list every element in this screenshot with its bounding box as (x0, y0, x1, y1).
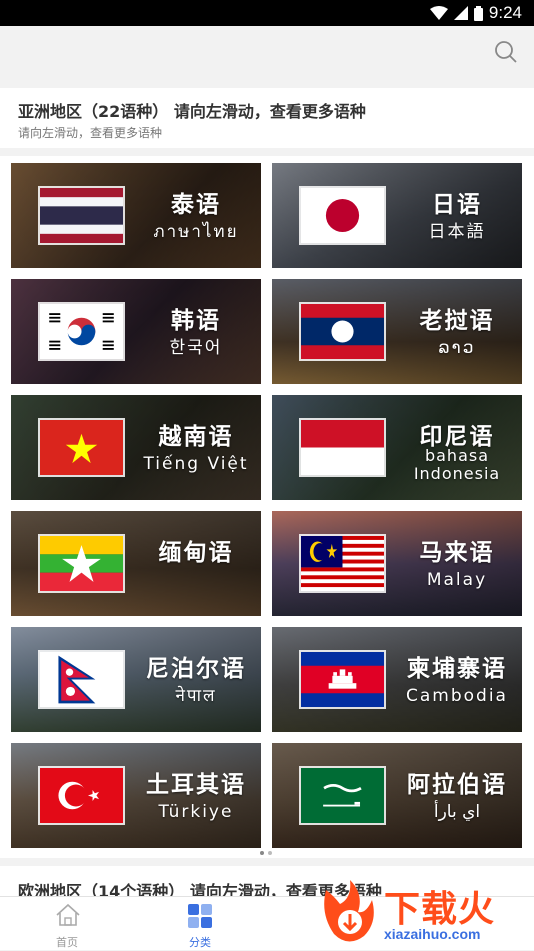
laos-flag-icon (301, 304, 384, 359)
lang-name-zh: 越南语 (158, 424, 234, 450)
tab-home-label: 首页 (56, 936, 78, 949)
language-card-vietnamese[interactable]: 越南语 Tiếng Việt (11, 395, 261, 500)
myanmar-flag-icon (40, 536, 123, 591)
lang-name-zh: 阿拉伯语 (407, 772, 507, 798)
tab-home[interactable]: 首页 (17, 897, 117, 951)
korea-flag-icon (40, 304, 123, 359)
nepal-flag-icon (40, 652, 123, 707)
language-card-burmese[interactable]: 缅甸语 (11, 511, 261, 616)
tab-category[interactable]: 分类 (150, 897, 250, 951)
language-card-arabic[interactable]: 阿拉伯语 اي بارأ (272, 743, 522, 848)
lang-name-native: ລາວ (438, 338, 476, 358)
lang-name-native: 日本語 (428, 222, 486, 242)
lang-name-native: Türkiye (158, 802, 234, 822)
signal-icon (453, 6, 468, 20)
lang-name-zh: 马来语 (419, 540, 495, 566)
asia-subtitle: 请向左滑动，查看更多语种 (18, 126, 163, 140)
lang-name-native: Tiếng Việt (143, 454, 249, 474)
turkey-flag-icon (40, 768, 123, 823)
language-card-khmer[interactable]: 柬埔寨语 Cambodia (272, 627, 522, 732)
lang-name-native: Malay (426, 570, 488, 590)
pager-dot (268, 851, 272, 855)
status-time: 9:24 (488, 3, 522, 22)
vietnam-flag-icon (40, 420, 123, 475)
lang-name-zh: 韩语 (171, 308, 221, 334)
lang-name-zh: 土耳其语 (146, 772, 246, 798)
lang-name-native: اي بارأ (433, 802, 481, 822)
cambodia-flag-icon (301, 652, 384, 707)
language-card-japanese[interactable]: 日语 日本語 (272, 163, 522, 268)
lang-name-zh: 缅甸语 (158, 540, 234, 566)
language-card-indonesian[interactable]: 印尼语 bahasa Indonesia (272, 395, 522, 500)
language-card-nepali[interactable]: 尼泊尔语 नेपाल (11, 627, 261, 732)
category-icon (188, 904, 212, 928)
lang-name-native: Cambodia (406, 686, 508, 706)
lang-name-zh: 老挝语 (419, 308, 495, 334)
asia-header: 亚洲地区（22语种） 请向左滑动，查看更多语种 请向左滑动，查看更多语种 (0, 88, 534, 148)
lang-name-zh: 尼泊尔语 (146, 656, 246, 682)
thailand-flag-icon (40, 188, 123, 243)
search-icon[interactable] (494, 40, 518, 64)
watermark-brand: 下载火 (384, 888, 496, 929)
malaysia-flag-icon (301, 536, 384, 591)
language-card-korean[interactable]: 韩语 한국어 (11, 279, 261, 384)
lang-name-native: नेपाल (175, 686, 217, 706)
lang-name-native: ภาษาไทย (153, 222, 239, 242)
japan-flag-icon (301, 188, 384, 243)
indonesia-flag-icon (301, 420, 384, 475)
watermark: 下载火 xiazaihuo.com (314, 876, 534, 950)
lang-name-zh: 日语 (432, 192, 482, 218)
status-bar: 9:24 (0, 0, 534, 26)
language-card-lao[interactable]: 老挝语 ລາວ (272, 279, 522, 384)
home-icon (56, 903, 80, 926)
tab-category-label: 分类 (189, 936, 211, 949)
pager-dots (260, 851, 272, 855)
lang-name-native: 한국어 (169, 338, 223, 358)
language-card-turkish[interactable]: 土耳其语 Türkiye (11, 743, 261, 848)
watermark-url: xiazaihuo.com (384, 926, 481, 942)
lang-name-native: bahasa Indonesia (413, 446, 501, 483)
language-card-thai[interactable]: 泰语 ภาษาไทย (11, 163, 261, 268)
watermark-logo-icon (324, 880, 374, 942)
asia-title: 亚洲地区（22语种） 请向左滑动，查看更多语种 (18, 102, 366, 121)
saudi-arabia-flag-icon (301, 768, 384, 823)
lang-name-zh: 泰语 (171, 192, 221, 218)
language-card-malay[interactable]: 马来语 Malay (272, 511, 522, 616)
wifi-icon (429, 6, 448, 20)
pager-dot-active (260, 851, 264, 855)
top-bar (0, 26, 534, 88)
lang-name-zh: 柬埔寨语 (407, 656, 507, 682)
battery-icon (473, 5, 483, 21)
